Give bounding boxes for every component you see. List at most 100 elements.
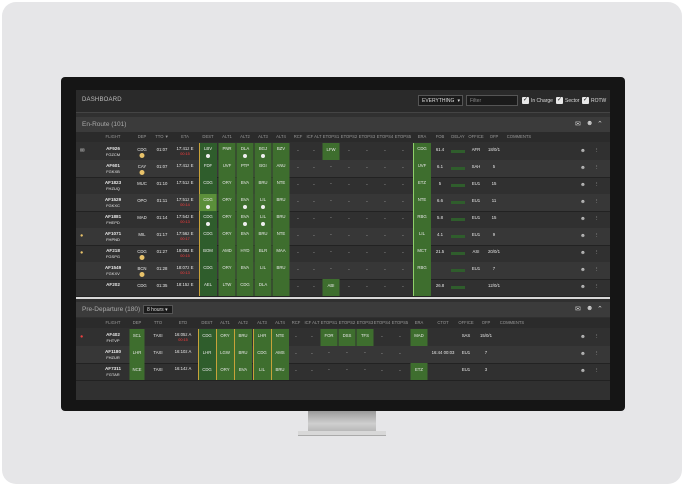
kebab-icon[interactable]: ⋮: [594, 334, 600, 340]
alt4-airport: BRU: [275, 367, 285, 372]
column-header-alt4[interactable]: ALT4: [276, 134, 286, 139]
column-header-era[interactable]: ERA: [418, 134, 427, 139]
column-header-etops3[interactable]: ETOPS3: [357, 320, 373, 325]
column-header-etd[interactable]: ETD: [179, 320, 187, 325]
table-row[interactable]: AF202 CDG 01:35 18:15z E AEL LTW CDG DLA - - ABI - -…: [76, 279, 610, 297]
table-row[interactable]: AF926 FGZCM CDG 01:07 17:41z E 00:15 LBV PNR DLA…: [76, 143, 610, 161]
table-row[interactable]: AF218 FGSPG CDG 01:27 18:08z E 00:15 BOM AMD HYD…: [76, 245, 610, 263]
people-icon[interactable]: ☻: [580, 216, 586, 222]
people-icon[interactable]: ☻: [580, 148, 586, 154]
column-header-tto[interactable]: TTO ▼: [155, 134, 169, 139]
table-row[interactable]: AF1881 FHEPD MAD 01:14 17:54z E 00:13 CDG ORY BV…: [76, 211, 610, 229]
people-icon[interactable]: ☻: [580, 199, 586, 205]
column-header-fob[interactable]: FOB: [436, 134, 445, 139]
column-header-rcf[interactable]: RCF: [294, 134, 303, 139]
column-header-flight[interactable]: FLIGHT: [106, 320, 121, 325]
column-header-delay[interactable]: DELAY: [451, 134, 464, 139]
column-header-dep[interactable]: DEP: [133, 320, 142, 325]
column-header-office[interactable]: OFFICE: [468, 134, 483, 139]
column-header-comments[interactable]: COMMENTS: [500, 320, 524, 325]
column-header-tto[interactable]: TTO: [154, 320, 162, 325]
column-header-icf[interactable]: ICF ALT: [304, 320, 319, 325]
kebab-icon[interactable]: ⋮: [594, 148, 600, 154]
column-header-comments[interactable]: COMMENTS: [507, 134, 531, 139]
kebab-icon[interactable]: ⋮: [594, 368, 600, 374]
table-row[interactable]: AF1549 FGKXV BCN 01:28 18:07z E 00:13 CDG ORY BV…: [76, 262, 610, 280]
etops2-value: -: [348, 267, 350, 272]
people-icon[interactable]: ☻: [586, 305, 593, 312]
kebab-icon[interactable]: ⋮: [594, 216, 600, 222]
people-icon[interactable]: ☻: [580, 368, 586, 374]
people-icon[interactable]: ☻: [580, 250, 586, 256]
column-header-dest[interactable]: DEST: [202, 134, 213, 139]
sector-checkbox[interactable]: ✓: [556, 97, 563, 104]
filter-input[interactable]: Filter: [466, 95, 518, 106]
column-header-office[interactable]: OFFICE: [458, 320, 473, 325]
table-row[interactable]: AF402 FHTVP SCL TAXI 16:05z A 00:15 CDG ORY BRU L…: [76, 329, 610, 347]
warning-icon[interactable]: ●: [80, 334, 83, 340]
column-header-etops5[interactable]: ETOPS5: [392, 320, 408, 325]
column-header-alt3[interactable]: ALT3: [257, 320, 267, 325]
column-header-alt2[interactable]: ALT2: [240, 134, 250, 139]
column-header-dest[interactable]: DEST: [201, 320, 212, 325]
column-header-rcf[interactable]: RCF: [292, 320, 301, 325]
people-icon[interactable]: ☻: [580, 267, 586, 273]
column-header-ctot[interactable]: CTOT: [437, 320, 448, 325]
table-row[interactable]: AF1180 FHZUR LHR TAXI 16:10z A LHR LGW BRU CDG AM…: [76, 346, 610, 364]
kebab-icon[interactable]: ⋮: [594, 351, 600, 357]
people-icon[interactable]: ☻: [580, 334, 586, 340]
kebab-icon[interactable]: ⋮: [594, 267, 600, 273]
people-icon[interactable]: ☻: [580, 233, 586, 239]
mail-icon[interactable]: ✉: [575, 120, 581, 128]
column-header-dep[interactable]: DEP: [138, 134, 147, 139]
column-header-etops3[interactable]: ETOPS3: [359, 134, 375, 139]
column-header-ofp[interactable]: OFP: [490, 134, 499, 139]
column-header-ofp[interactable]: OFP: [482, 320, 491, 325]
people-icon[interactable]: ☻: [580, 182, 586, 188]
rotw-checkbox[interactable]: ✓: [582, 97, 589, 104]
table-row[interactable]: AF1823 FHZUQ MUC 01:10 17:51z E CDG ORY BVA BRU N…: [76, 177, 610, 195]
table-row[interactable]: AF1071 FHPND MIL 01:17 17:56z E 00:17 CDG ORY BV…: [76, 228, 610, 246]
mail-icon[interactable]: ✉: [575, 305, 581, 313]
column-header-alt1[interactable]: ALT1: [220, 320, 230, 325]
kebab-icon[interactable]: ⋮: [594, 284, 600, 290]
column-header-etops4[interactable]: ETOPS4: [377, 134, 393, 139]
kebab-icon[interactable]: ⋮: [594, 250, 600, 256]
column-header-flight[interactable]: FLIGHT: [106, 134, 121, 139]
column-header-alt3[interactable]: ALT3: [258, 134, 268, 139]
column-header-etops4[interactable]: ETOPS4: [374, 320, 390, 325]
column-header-eta[interactable]: ETA: [181, 134, 189, 139]
column-header-alt2[interactable]: ALT2: [238, 320, 248, 325]
warning-icon[interactable]: ●: [80, 250, 83, 256]
people-icon[interactable]: ☻: [580, 165, 586, 171]
view-select[interactable]: EVERYTHING ▾: [418, 95, 463, 106]
column-header-etops1[interactable]: ETOPS1: [323, 134, 339, 139]
column-header-etops2[interactable]: ETOPS2: [339, 320, 355, 325]
people-icon[interactable]: ☻: [580, 284, 586, 290]
column-header-etops1[interactable]: ETOPS1: [321, 320, 337, 325]
kebab-icon[interactable]: ⋮: [594, 182, 600, 188]
mail-icon[interactable]: ✉: [80, 148, 85, 154]
table-row[interactable]: AF601 FGKXB CAY 01:07 17:41z E FDF UVF PTP BGI AN…: [76, 160, 610, 178]
column-header-alt1[interactable]: ALT1: [222, 134, 232, 139]
rcf-value: -: [295, 334, 297, 339]
departure-airport: LHR: [132, 350, 142, 355]
column-header-era[interactable]: ERA: [415, 320, 424, 325]
kebab-icon[interactable]: ⋮: [594, 165, 600, 171]
chevron-up-icon[interactable]: ⌃: [597, 120, 603, 128]
in-charge-checkbox[interactable]: ✓: [522, 97, 529, 104]
chevron-up-icon[interactable]: ⌃: [597, 305, 603, 313]
column-header-icf[interactable]: ICF ALT: [306, 134, 321, 139]
icf-value: -: [311, 334, 313, 339]
column-header-etops2[interactable]: ETOPS2: [341, 134, 357, 139]
people-icon[interactable]: ☻: [580, 351, 586, 357]
column-header-alt4[interactable]: ALT4: [275, 320, 285, 325]
hours-select[interactable]: 8 hours ▾: [143, 305, 173, 314]
kebab-icon[interactable]: ⋮: [594, 233, 600, 239]
table-row[interactable]: AF7311 FGTAR NCE TAXI 16:14z A CDG ORY BVA LIL BR…: [76, 363, 610, 381]
kebab-icon[interactable]: ⋮: [594, 199, 600, 205]
people-icon[interactable]: ☻: [586, 120, 593, 127]
warning-icon[interactable]: ●: [80, 233, 83, 239]
column-header-etops5[interactable]: ETOPS5: [395, 134, 411, 139]
table-row[interactable]: AF1529 FGKXC OPO 01:11 17:51z E 00:14 CDG ORY BV…: [76, 194, 610, 212]
